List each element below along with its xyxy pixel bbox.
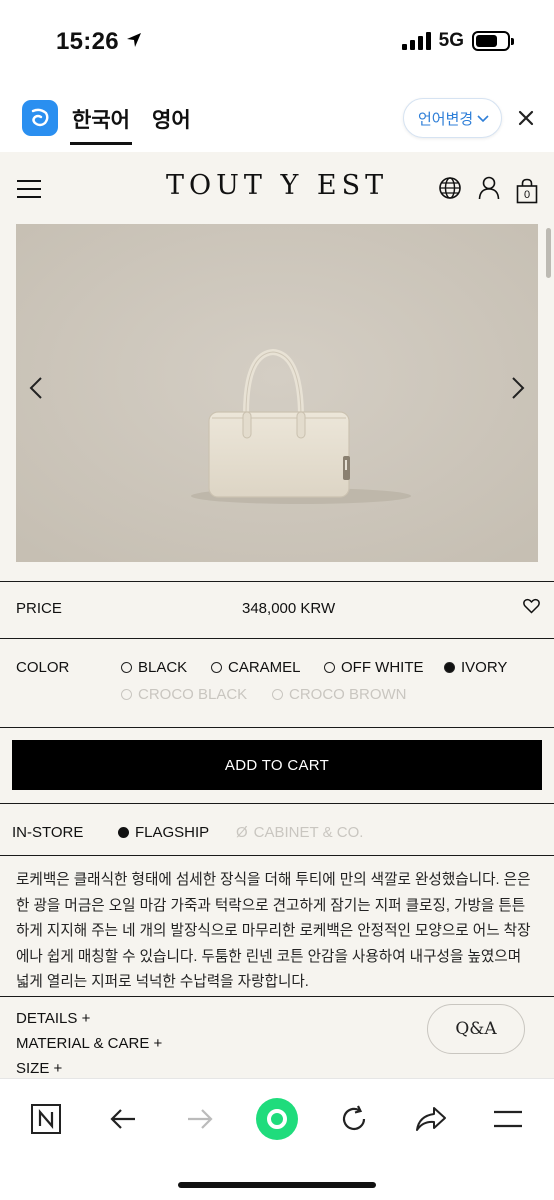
translator-logo-icon (22, 100, 58, 136)
translator-bar: 한국어 영어 언어변경 (0, 84, 554, 152)
web-page: TOUT Y EST 0 PRICE 348,000 KRW COLOR BLA… (0, 152, 554, 1078)
price-label: PRICE (16, 600, 62, 617)
radio-icon (324, 662, 335, 673)
color-option-label: OFF WHITE (341, 659, 424, 676)
home-indicator[interactable] (178, 1182, 376, 1188)
price-value: 348,000 KRW (242, 600, 336, 617)
qa-button[interactable]: Q&A (427, 1004, 525, 1054)
description-line: 넓게 열리는 지퍼로 넉넉한 수납력을 자랑합니다. (16, 974, 309, 991)
color-option-label: CARAMEL (228, 659, 301, 676)
location-arrow-icon (125, 28, 143, 56)
naver-home-icon[interactable] (26, 1099, 66, 1139)
tab-korean[interactable]: 한국어 (70, 104, 132, 145)
divider (0, 996, 554, 997)
color-option-off-white[interactable]: OFF WHITE (324, 659, 424, 676)
color-option-label: CROCO BLACK (138, 686, 248, 703)
chevron-down-icon (477, 110, 489, 127)
details-toggle[interactable]: DETAILS + (16, 1010, 90, 1027)
radio-icon (121, 662, 132, 673)
tab-english[interactable]: 영어 (152, 104, 191, 134)
cart-icon[interactable]: 0 (516, 178, 538, 204)
forward-arrow-icon (180, 1099, 220, 1139)
available-dot-icon (118, 827, 129, 838)
description-line: 에나 쉽게 매칭할 수 있습니다. 두툼한 린넨 코튼 안감을 사용하여 내구성… (16, 948, 522, 965)
radio-icon (272, 689, 283, 700)
unavailable-icon: Ø (236, 824, 248, 841)
account-icon[interactable] (478, 176, 500, 205)
cart-count: 0 (523, 188, 531, 201)
color-option-black[interactable]: BLACK (121, 659, 187, 676)
in-store-label: IN-STORE (12, 824, 84, 841)
share-icon[interactable] (411, 1099, 451, 1139)
brand-logo[interactable]: TOUT Y EST (166, 170, 388, 201)
divider (0, 581, 554, 582)
header-icons: 0 (438, 176, 538, 205)
size-toggle[interactable]: SIZE + (16, 1060, 62, 1077)
radio-icon (121, 689, 132, 700)
scrollbar[interactable] (546, 228, 551, 278)
store-label: CABINET & CO. (253, 824, 364, 841)
ivory-bag-image (16, 224, 538, 562)
product-image[interactable] (16, 224, 538, 562)
back-arrow-icon[interactable] (103, 1099, 143, 1139)
refresh-icon[interactable] (334, 1099, 374, 1139)
previous-image-arrow-icon[interactable] (28, 374, 44, 407)
status-bar: 15:26 5G (0, 0, 554, 84)
add-to-cart-button[interactable]: ADD TO CART (12, 740, 542, 790)
menu-lines-icon[interactable] (488, 1099, 528, 1139)
color-option-caramel[interactable]: CARAMEL (211, 659, 301, 676)
store-option-cabinet: Ø CABINET & CO. (236, 824, 363, 841)
battery-icon (472, 31, 514, 51)
material-care-toggle[interactable]: MATERIAL & CARE + (16, 1035, 162, 1052)
color-label: COLOR (16, 659, 70, 676)
wishlist-heart-icon[interactable] (523, 598, 540, 618)
signal-icon (401, 32, 431, 50)
network-label: 5G (438, 30, 464, 51)
color-option-ivory[interactable]: IVORY (444, 659, 507, 676)
color-option-croco-black: CROCO BLACK (121, 686, 247, 703)
color-option-croco-brown: CROCO BROWN (272, 686, 407, 703)
description-line: 한 광을 머금은 오일 마감 가죽과 턱락으로 견고하게 잠기는 지퍼 클로징,… (16, 897, 526, 914)
color-option-label: IVORY (461, 659, 508, 676)
change-language-button[interactable]: 언어변경 (403, 98, 503, 138)
store-option-flagship[interactable]: FLAGSHIP (118, 824, 209, 841)
green-dot-icon[interactable] (254, 1096, 300, 1142)
globe-icon[interactable] (438, 176, 462, 205)
store-label: FLAGSHIP (135, 824, 210, 841)
clock: 15:26 (56, 28, 119, 55)
radio-selected-icon (444, 662, 455, 673)
status-indicators: 5G (401, 30, 514, 52)
menu-icon[interactable] (17, 180, 41, 198)
browser-toolbar (0, 1078, 554, 1200)
site-header: TOUT Y EST 0 (0, 152, 554, 224)
close-icon[interactable] (518, 106, 534, 132)
description-line: 하게 지지해 주는 네 개의 발장식으로 마무리한 로케백은 안정적인 모양으로… (16, 923, 531, 940)
product-description: 로케백은 클래식한 형태에 섬세한 장식을 더해 투티에 만의 색깔로 완성했습… (16, 868, 540, 996)
divider (0, 727, 554, 728)
change-language-label: 언어변경 (418, 110, 474, 128)
next-image-arrow-icon[interactable] (510, 374, 526, 407)
status-time: 15:26 (56, 28, 143, 56)
description-line: 로케백은 클래식한 형태에 섬세한 장식을 더해 투티에 만의 색깔로 완성했습… (16, 872, 531, 888)
color-option-label: CROCO BROWN (289, 686, 407, 703)
divider (0, 855, 554, 856)
color-option-label: BLACK (138, 659, 188, 676)
divider (0, 803, 554, 804)
radio-icon (211, 662, 222, 673)
divider (0, 638, 554, 639)
